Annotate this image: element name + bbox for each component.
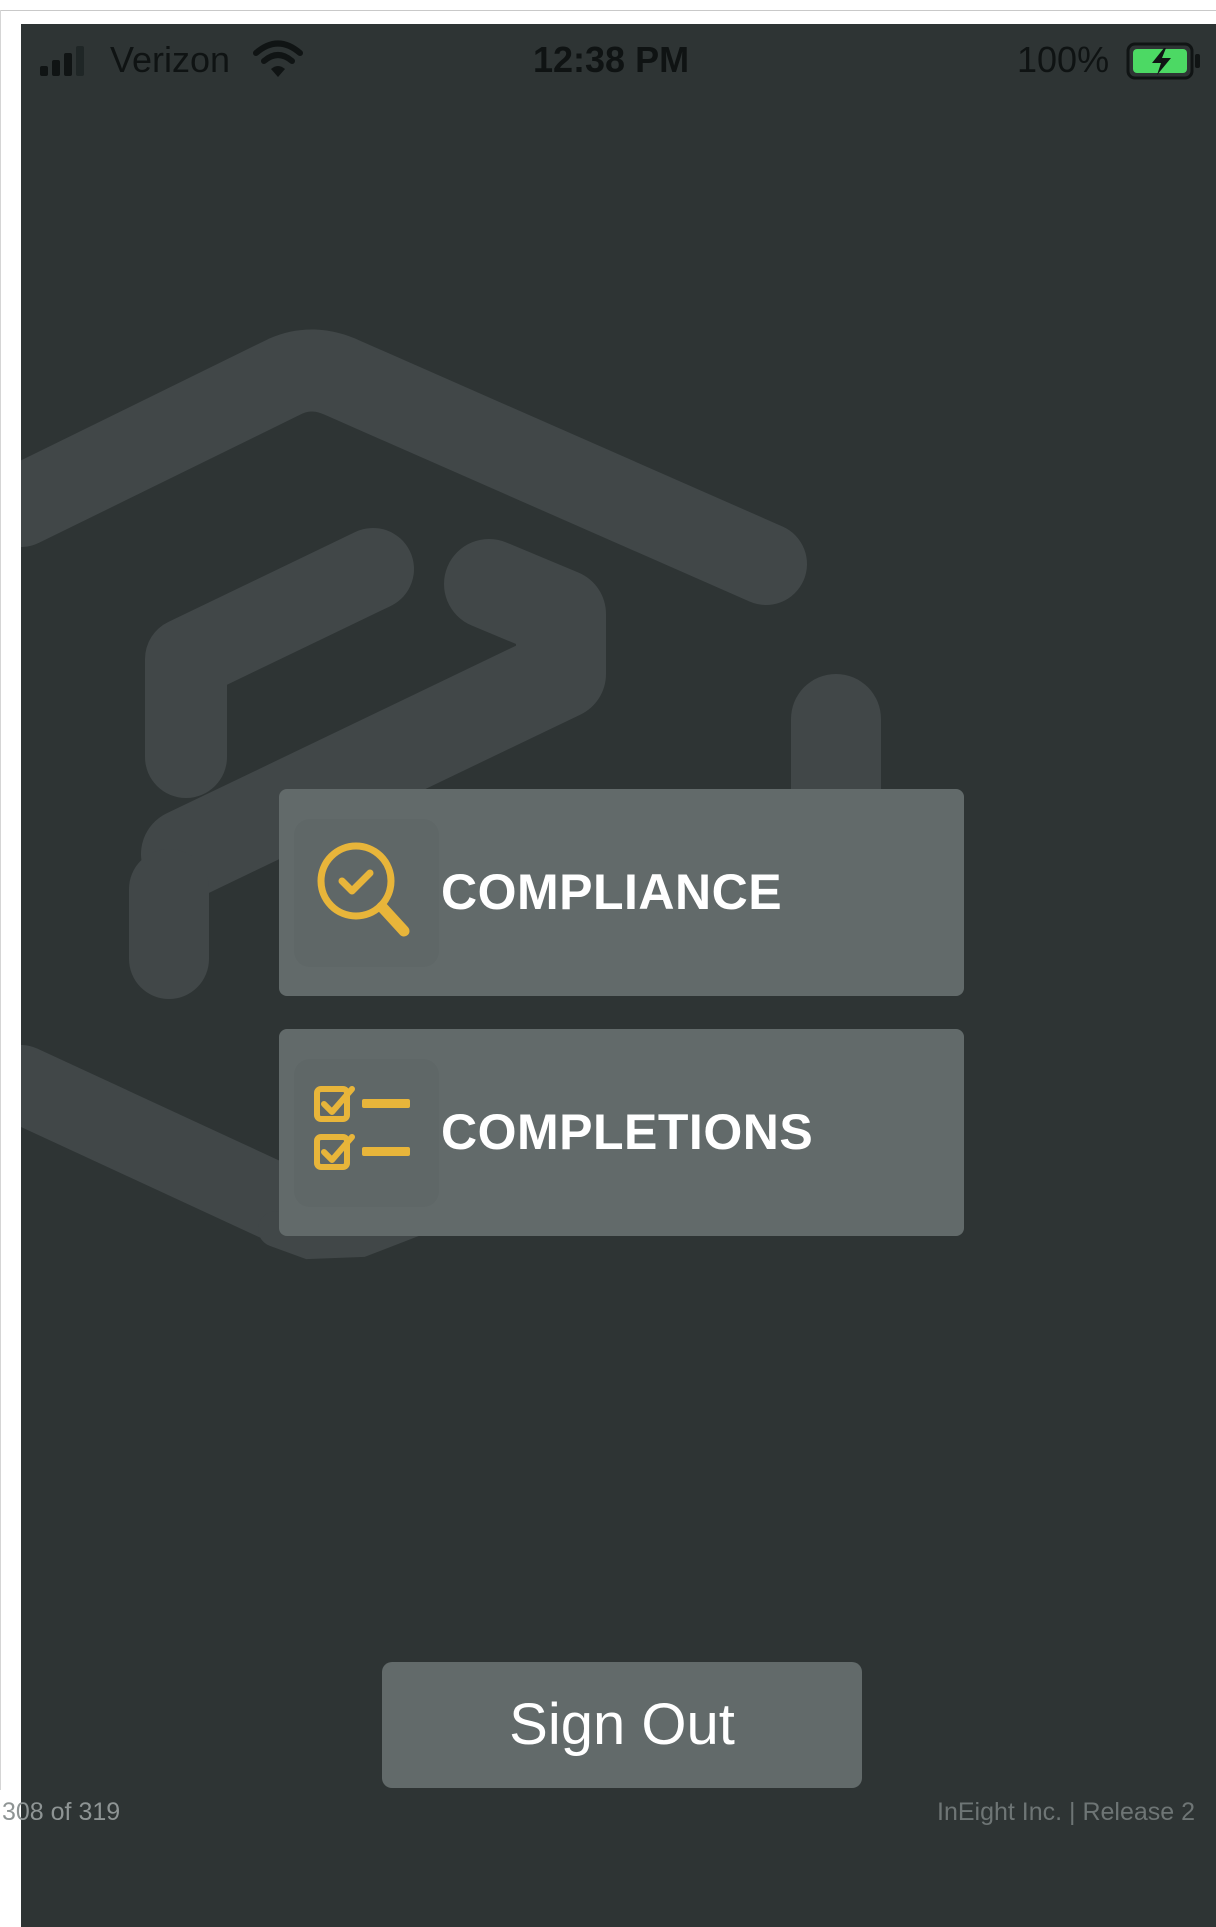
completions-icon-tile [294, 1059, 439, 1207]
compliance-label: COMPLIANCE [441, 864, 783, 920]
magnifier-check-icon [317, 842, 410, 937]
page-top-rule [0, 10, 1216, 11]
signal-bars-icon [40, 46, 84, 76]
document-footer: InEight Inc. | Release 2 [937, 1798, 1196, 1826]
wifi-icon [253, 40, 303, 77]
status-time: 12:38 PM [533, 39, 690, 80]
status-bar: Verizon 12:38 PM 100% [21, 24, 1216, 94]
completions-label: COMPLETIONS [441, 1104, 814, 1160]
battery-charging-icon [1126, 42, 1200, 80]
carrier-name: Verizon [110, 39, 231, 80]
phone-screen: Verizon 12:38 PM 100% COMPLIANCE COMPLET… [21, 24, 1216, 1927]
page-left-rule [0, 10, 1, 1790]
completions-button[interactable]: COMPLETIONS [279, 1029, 964, 1236]
page-number: 308 of 319 [2, 1798, 121, 1826]
document-page: Verizon 12:38 PM 100% COMPLIANCE COMPLET… [0, 0, 1216, 1927]
compliance-icon-tile [294, 819, 439, 967]
compliance-button[interactable]: COMPLIANCE [279, 789, 964, 996]
battery-percent: 100% [1017, 39, 1110, 80]
checklist-icon [314, 1086, 410, 1170]
sign-out-button[interactable]: Sign Out [382, 1662, 862, 1788]
